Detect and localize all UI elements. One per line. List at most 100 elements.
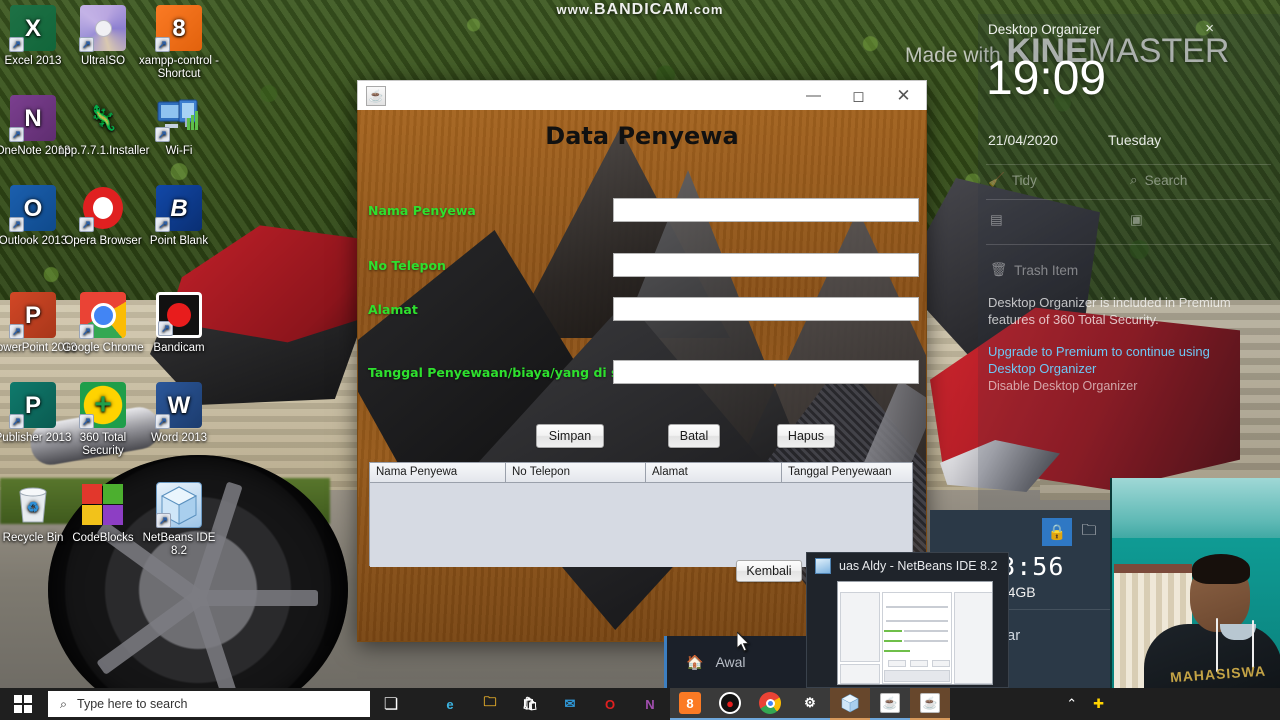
- search-input[interactable]: ⌕ Type here to search: [48, 691, 370, 717]
- desktop-icon-label: NetBeans IDE 8.2: [142, 532, 216, 557]
- alamat-input[interactable]: [613, 297, 919, 321]
- taskbar-apps[interactable]: e 🗀 🛍 ✉ O N 8 ● ⚙ ☕ ☕: [430, 688, 950, 720]
- simpan-button[interactable]: Simpan: [536, 424, 604, 448]
- table-column-header[interactable]: No Telepon: [506, 463, 646, 483]
- java-taskbar-2[interactable]: ☕: [910, 688, 950, 720]
- pointblank-icon: B ↗: [155, 185, 202, 232]
- organizer-row-search[interactable]: ⌕ Search: [1130, 172, 1187, 188]
- windows-taskbar[interactable]: ⌕ Type here to search ❏ e 🗀 🛍 ✉ O N 8 ● ⚙ ☕ ☕ ⌃ ✚: [0, 688, 1280, 720]
- folder-icon[interactable]: 🗀: [1074, 518, 1104, 546]
- organizer-row-search-label: Search: [1144, 172, 1188, 188]
- close-icon[interactable]: ×: [1205, 20, 1214, 37]
- organizer-row-window[interactable]: ▤: [990, 212, 1003, 228]
- window-icon: ▤: [990, 212, 1003, 227]
- taskbar-onenote-button[interactable]: N: [630, 688, 670, 720]
- taskbar-preview-netbeans[interactable]: uas Aldy - NetBeans IDE 8.2: [806, 552, 1009, 688]
- taskbar-netbeans-button[interactable]: [830, 688, 870, 720]
- home-icon: 🏠: [686, 653, 704, 670]
- label-nama-penyewa: Nama Penyewa: [368, 203, 476, 218]
- taskbar-mail-button[interactable]: ✉: [550, 688, 590, 720]
- desktop-icon-label: Point Blank: [149, 235, 209, 247]
- shortcut-arrow-icon: ↗: [155, 414, 170, 429]
- maximize-button[interactable]: ◻: [836, 81, 881, 111]
- table-column-header[interactable]: Tanggal Penyewaan: [782, 463, 912, 483]
- desktop-icon-pointblank[interactable]: B ↗ Point Blank: [134, 185, 224, 248]
- taskbar-preview-thumbnail[interactable]: [837, 581, 993, 685]
- 360-security-icon: ↗: [79, 382, 126, 429]
- desktop-screen: www.BANDICAM.com Made with KINEMASTER X ↗…: [0, 0, 1280, 720]
- chevron-up-icon[interactable]: ⌃: [1066, 696, 1077, 712]
- opera-icon: ↗: [79, 185, 126, 232]
- desktop-organizer-panel[interactable]: Desktop Organizer × 19:09 21/04/2020 Tue…: [978, 14, 1280, 514]
- netbeans-icon: [815, 558, 831, 574]
- lock-icon[interactable]: 🔒: [1042, 518, 1072, 546]
- desktop-icon-label: Bandicam: [153, 342, 205, 354]
- close-button[interactable]: ✕: [881, 81, 926, 111]
- java-coffee-cup-icon: ☕: [880, 693, 900, 713]
- broom-icon: 🧹: [988, 172, 1005, 187]
- desktop-icon-xampp[interactable]: 8 ↗ xampp-control - Shortcut: [134, 5, 224, 81]
- penyewa-table[interactable]: Nama Penyewa No Telepon Alamat Tanggal Peny…: [369, 462, 913, 567]
- organizer-premium-note: Desktop Organizer is included in Premium…: [988, 295, 1231, 327]
- taskbar-edge-button[interactable]: e: [430, 688, 470, 720]
- search-input-placeholder: Type here to search: [77, 697, 188, 711]
- label-tanggal-penyewaan: Tanggal Penyewaan/biaya/yang di sewa: [368, 365, 647, 380]
- tanggal-penyewaan-input[interactable]: [613, 360, 919, 384]
- xampp-icon: 8: [679, 692, 701, 714]
- table-header-row: Nama Penyewa No Telepon Alamat Tanggal Peny…: [370, 463, 912, 483]
- search-icon: ⌕: [1130, 172, 1138, 187]
- minimize-button[interactable]: —: [791, 81, 836, 111]
- window-titlebar[interactable]: ☕ — ◻ ✕: [357, 80, 927, 110]
- search-icon: ⌕: [60, 696, 68, 711]
- java-taskbar-1[interactable]: ☕: [870, 688, 910, 720]
- organizer-row-tidy-label: Tidy: [1011, 172, 1037, 188]
- taskbar-bandicam-button[interactable]: ●: [710, 688, 750, 720]
- organizer-upgrade-link[interactable]: Upgrade to Premium to continue using Des…: [988, 344, 1258, 377]
- windows-logo-icon[interactable]: [0, 688, 46, 720]
- ultraiso-icon: ↗: [79, 5, 126, 52]
- shortcut-arrow-icon: ↗: [9, 414, 24, 429]
- outlook-icon: O ↗: [9, 185, 56, 232]
- onenote-icon: N ↗: [9, 95, 56, 142]
- table-column-header[interactable]: Alamat: [646, 463, 782, 483]
- shortcut-arrow-icon: ↗: [9, 217, 24, 232]
- organizer-row-note[interactable]: ▣: [1130, 212, 1143, 228]
- label-no-telepon: No Telepon: [368, 258, 446, 273]
- taskbar-file-explorer-button[interactable]: 🗀: [470, 688, 510, 720]
- shortcut-arrow-icon: ↗: [79, 414, 94, 429]
- trash-icon: 🗑: [990, 262, 1008, 277]
- batal-button[interactable]: Batal: [668, 424, 720, 448]
- taskbar-microsoft-store-button[interactable]: 🛍: [510, 688, 550, 720]
- bandicam-icon: ●: [719, 692, 741, 714]
- shortcut-arrow-icon: ↗: [156, 513, 171, 528]
- taskbar-settings-button[interactable]: ⚙: [790, 688, 830, 720]
- desktop-icon-word[interactable]: W ↗ Word 2013: [134, 382, 224, 445]
- nama-penyewa-input[interactable]: [613, 198, 919, 222]
- opera-icon: O: [604, 696, 616, 712]
- desktop-icon-bandicam[interactable]: ↗ Bandicam: [134, 292, 224, 355]
- hapus-button[interactable]: Hapus: [777, 424, 835, 448]
- system-tray[interactable]: ⌃ ✚: [1066, 696, 1104, 712]
- edge-icon: e: [446, 696, 454, 712]
- kembali-button[interactable]: Kembali: [736, 560, 802, 582]
- organizer-row-trash[interactable]: 🗑 Trash Item: [990, 262, 1078, 278]
- 360-security-tray-icon[interactable]: ✚: [1093, 696, 1104, 712]
- xampp-icon: 8 ↗: [155, 5, 202, 52]
- no-telepon-input[interactable]: [613, 253, 919, 277]
- organizer-row-tidy[interactable]: 🧹 Tidy: [988, 172, 1037, 188]
- taskbar-opera-button[interactable]: O: [590, 688, 630, 720]
- taskbar-xampp-button[interactable]: 8: [670, 688, 710, 720]
- task-view-icon[interactable]: ❏: [370, 688, 412, 720]
- desktop-icon-wifi[interactable]: ↗ Wi-Fi: [134, 95, 224, 158]
- note-icon: ▣: [1130, 212, 1143, 227]
- desktop-icon-netbeans[interactable]: ↗ NetBeans IDE 8.2: [134, 482, 224, 558]
- shortcut-arrow-icon: ↗: [9, 324, 24, 339]
- table-column-header[interactable]: Nama Penyewa: [370, 463, 506, 483]
- label-alamat: Alamat: [368, 302, 418, 317]
- wifi-icon: ↗: [155, 95, 202, 142]
- java-coffee-cup-icon: ☕: [920, 693, 940, 713]
- organizer-disable-link[interactable]: Disable Desktop Organizer: [988, 379, 1137, 393]
- taskbar-chrome-button[interactable]: [750, 688, 790, 720]
- publisher-icon: P ↗: [9, 382, 56, 429]
- shortcut-arrow-icon: ↗: [79, 37, 94, 52]
